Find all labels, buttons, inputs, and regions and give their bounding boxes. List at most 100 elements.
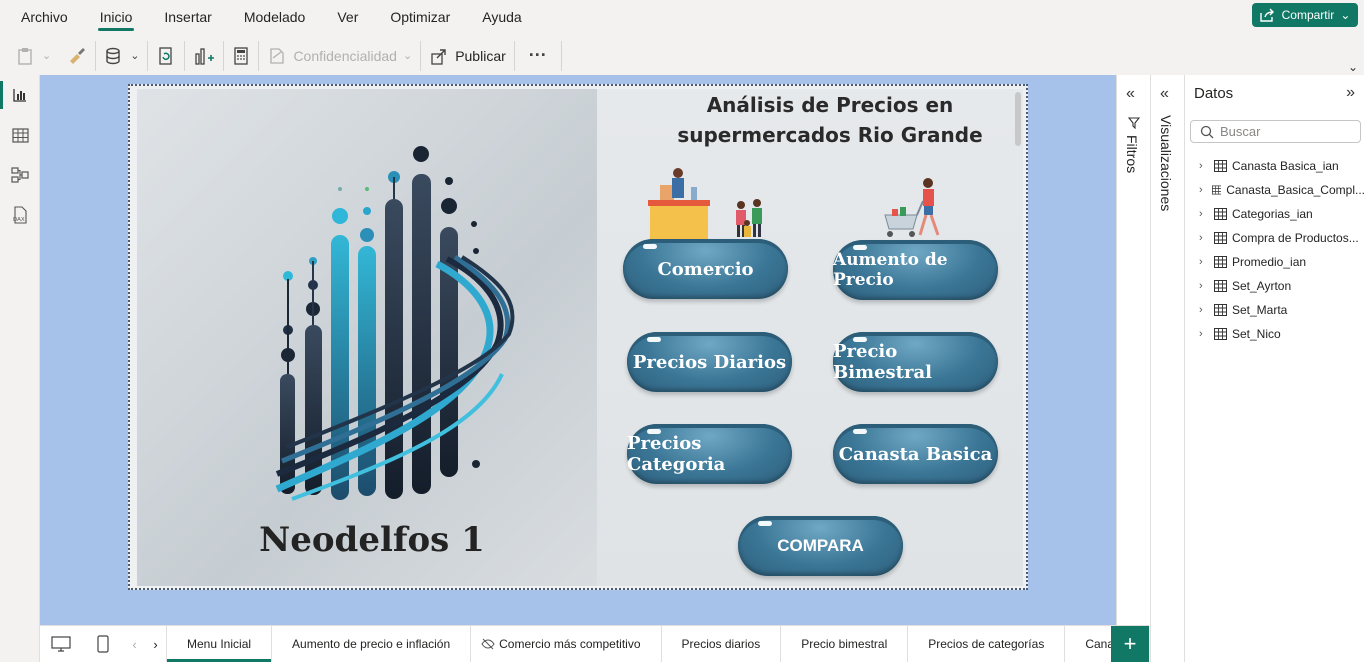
data-table-item[interactable]: › Promedio_ian [1199,250,1364,274]
chevron-right-icon[interactable]: › [1199,256,1209,268]
chevron-right-icon[interactable]: › [1199,208,1209,220]
scrollbar[interactable] [1015,92,1021,146]
tables-list: › Canasta Basica_ian › Canasta_Basica_Compl… [1199,154,1364,346]
bar-chart-add-icon [195,47,215,65]
table-icon [1214,256,1227,268]
data-table-item[interactable]: › Compra de Productos... [1199,226,1364,250]
menu-inicio[interactable]: Inicio [84,2,149,32]
chevron-right-icon[interactable]: › [1199,328,1209,340]
data-table-item[interactable]: › Categorias_ian [1199,202,1364,226]
scroll-right-icon[interactable]: › [145,626,166,662]
data-table-label: Canasta_Basica_Compl... [1226,183,1364,197]
precio-bimestral-button[interactable]: Precio Bimestral [833,332,998,392]
data-table-item[interactable]: › Set_Nico [1199,322,1364,346]
mobile-layout-button[interactable] [82,626,124,662]
data-table-item[interactable]: › Set_Ayrton [1199,274,1364,298]
table-view-button[interactable] [0,115,40,155]
filter-icon [1127,117,1141,132]
expand-filters-icon[interactable]: « [1126,85,1135,103]
data-table-label: Set_Marta [1232,303,1288,317]
table-icon [1214,304,1227,316]
svg-text:DAX: DAX [13,217,25,223]
sensitivity-button[interactable]: Confidencialidad ⌄ [259,38,420,74]
dax-icon: DAX [13,206,27,224]
tab-menu-inicial[interactable]: Menu Inicial [166,626,272,662]
table-icon [1214,328,1227,340]
data-table-label: Compra de Productos... [1232,231,1359,245]
table-icon [1214,208,1227,220]
report-title-line1: Análisis de Precios en [706,93,954,117]
tab-label: Aumento de precio e inflación [292,637,451,651]
tab-precios-categorias[interactable]: Precios de categorías [907,626,1064,662]
chevron-right-icon[interactable]: › [1199,304,1209,316]
filters-label[interactable]: Filtros [1124,135,1140,173]
menu-archivo[interactable]: Archivo [0,2,84,32]
ribbon-collapse-icon[interactable]: ⌄ [1348,60,1358,74]
tab-precios-diarios[interactable]: Precios diarios [660,626,781,662]
precios-categoria-button[interactable]: Precios Categoria [627,424,792,484]
menu-bar: Archivo Inicio Insertar Modelado Ver Opt… [0,0,1364,33]
tab-label: Menu Inicial [187,637,252,651]
tab-comercio-competitivo[interactable]: Comercio más competitivo [470,626,660,662]
data-table-item[interactable]: › Canasta Basica_ian [1199,154,1364,178]
chevron-right-icon[interactable]: › [1199,184,1207,196]
share-button[interactable]: Compartir ⌄ [1252,3,1358,27]
chevron-right-icon[interactable]: › [1199,280,1209,292]
menu-insertar[interactable]: Insertar [148,2,227,32]
collapse-data-icon[interactable]: » [1346,84,1355,102]
database-icon [106,47,120,64]
search-placeholder: Buscar [1220,124,1261,139]
refresh-icon [159,46,173,65]
menu-optimizar[interactable]: Optimizar [374,2,466,32]
menu-modelado[interactable]: Modelado [228,2,322,32]
table-view-icon [11,127,29,143]
menu-ver[interactable]: Ver [321,2,374,32]
tab-aumento-precio[interactable]: Aumento de precio e inflación [271,626,470,662]
tab-label: Precios de categorías [928,637,1045,651]
new-visual-button[interactable] [185,38,223,74]
aumento-precio-button[interactable]: Aumento de Precio [833,240,998,300]
comercio-button[interactable]: Comercio [623,239,788,299]
data-table-label: Set_Nico [1232,327,1281,341]
canasta-basica-button[interactable]: Canasta Basica [833,424,998,484]
add-page-button[interactable]: + [1111,626,1149,662]
get-data-button[interactable]: ⌄ [96,38,147,74]
report-view-button[interactable] [0,75,40,115]
desktop-layout-button[interactable] [40,626,82,662]
publish-button[interactable]: Publicar [421,38,514,74]
shopper-illustration-icon [884,178,940,237]
expand-visualizations-icon[interactable]: « [1160,85,1169,103]
tab-precio-bimestral[interactable]: Precio bimestral [780,626,907,662]
table-icon [1211,185,1222,195]
menu-ayuda[interactable]: Ayuda [466,2,537,32]
compara-button[interactable]: COMPARA [738,516,903,576]
data-search-input[interactable]: Buscar [1190,120,1361,143]
brush-icon [70,47,86,64]
chevron-right-icon[interactable]: › [1199,160,1209,172]
data-table-label: Categorias_ian [1232,207,1313,221]
format-painter-button[interactable] [59,38,95,74]
tab-label: Precios diarios [681,637,761,651]
publish-icon [431,48,446,65]
chevron-right-icon[interactable]: › [1199,232,1209,244]
sensitivity-label: Confidencialidad [293,47,397,64]
chevron-down-icon: ⌄ [402,50,413,62]
report-view-icon [13,89,26,102]
scroll-left-icon[interactable]: ‹ [124,626,145,662]
report-title: Análisis de Precios en supermercados Rio… [660,90,1000,150]
refresh-button[interactable] [148,38,184,74]
data-pane-title: Datos [1194,85,1234,102]
data-table-item[interactable]: › Set_Marta [1199,298,1364,322]
report-title-line2: supermercados Rio Grande [677,123,983,147]
model-view-button[interactable] [0,155,40,195]
tab-label: Precio bimestral [801,637,888,651]
logo-bars-graphic [275,146,515,501]
precios-diarios-button[interactable]: Precios Diarios [627,332,792,392]
more-options-button[interactable]: ··· [515,38,561,74]
clipboard-icon [18,47,32,65]
dax-query-view-button[interactable]: DAX [0,195,40,235]
calculation-button[interactable] [224,38,258,74]
data-table-item[interactable]: › Canasta_Basica_Compl... [1199,178,1364,202]
paste-button[interactable]: ⌄ [0,38,59,74]
visualizations-label[interactable]: Visualizaciones [1158,115,1174,211]
